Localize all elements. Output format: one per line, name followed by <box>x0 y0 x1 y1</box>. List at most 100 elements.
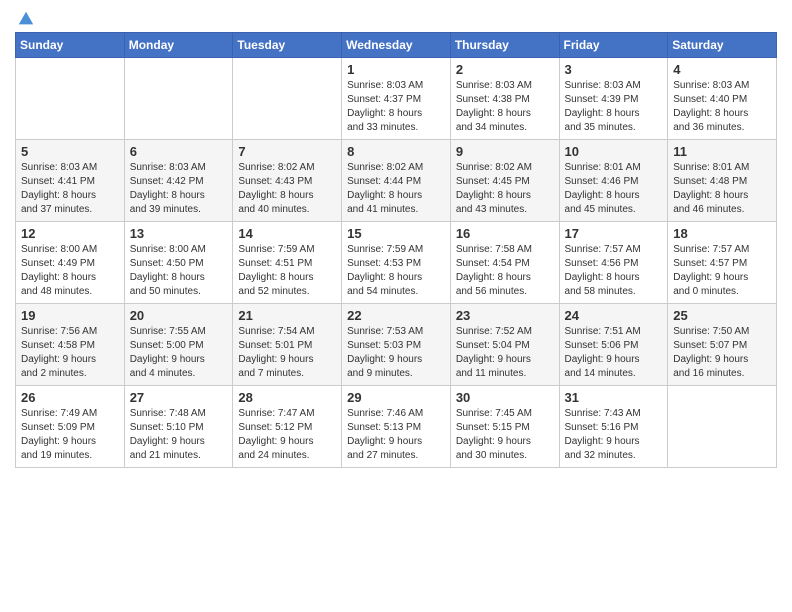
day-info: Sunrise: 7:43 AM Sunset: 5:16 PM Dayligh… <box>565 407 663 463</box>
calendar-cell: 28 Sunrise: 7:47 AM Sunset: 5:12 PM Dayli… <box>233 386 342 468</box>
day-number: 10 <box>565 144 663 159</box>
calendar-cell: 16 Sunrise: 7:58 AM Sunset: 4:54 PM Dayli… <box>450 222 559 304</box>
day-info: Sunrise: 7:58 AM Sunset: 4:54 PM Dayligh… <box>456 243 554 299</box>
day-number: 4 <box>673 62 771 77</box>
calendar-cell: 26 Sunrise: 7:49 AM Sunset: 5:09 PM Dayli… <box>16 386 125 468</box>
day-number: 30 <box>456 390 554 405</box>
day-number: 12 <box>21 226 119 241</box>
day-number: 25 <box>673 308 771 323</box>
day-info: Sunrise: 8:03 AM Sunset: 4:42 PM Dayligh… <box>130 161 228 217</box>
calendar-cell: 4 Sunrise: 8:03 AM Sunset: 4:40 PM Daylig… <box>668 58 777 140</box>
day-info: Sunrise: 8:02 AM Sunset: 4:45 PM Dayligh… <box>456 161 554 217</box>
day-info: Sunrise: 7:59 AM Sunset: 4:53 PM Dayligh… <box>347 243 445 299</box>
day-number: 14 <box>238 226 336 241</box>
day-number: 16 <box>456 226 554 241</box>
logo <box>15 10 35 24</box>
weekday-header-thursday: Thursday <box>450 33 559 58</box>
day-number: 20 <box>130 308 228 323</box>
day-info: Sunrise: 7:50 AM Sunset: 5:07 PM Dayligh… <box>673 325 771 381</box>
calendar-cell: 6 Sunrise: 8:03 AM Sunset: 4:42 PM Daylig… <box>124 140 233 222</box>
calendar-cell <box>16 58 125 140</box>
day-info: Sunrise: 7:47 AM Sunset: 5:12 PM Dayligh… <box>238 407 336 463</box>
calendar-cell <box>124 58 233 140</box>
day-info: Sunrise: 8:03 AM Sunset: 4:41 PM Dayligh… <box>21 161 119 217</box>
day-number: 29 <box>347 390 445 405</box>
calendar-cell: 31 Sunrise: 7:43 AM Sunset: 5:16 PM Dayli… <box>559 386 668 468</box>
calendar-header: SundayMondayTuesdayWednesdayThursdayFrid… <box>16 33 777 58</box>
day-number: 1 <box>347 62 445 77</box>
day-info: Sunrise: 8:01 AM Sunset: 4:46 PM Dayligh… <box>565 161 663 217</box>
weekday-header-friday: Friday <box>559 33 668 58</box>
weekday-header-monday: Monday <box>124 33 233 58</box>
day-number: 23 <box>456 308 554 323</box>
calendar-cell: 11Sunrise: 8:01 AM Sunset: 4:48 PM Dayli… <box>668 140 777 222</box>
day-number: 28 <box>238 390 336 405</box>
day-info: Sunrise: 8:03 AM Sunset: 4:38 PM Dayligh… <box>456 79 554 135</box>
day-number: 22 <box>347 308 445 323</box>
day-info: Sunrise: 7:48 AM Sunset: 5:10 PM Dayligh… <box>130 407 228 463</box>
day-info: Sunrise: 7:57 AM Sunset: 4:57 PM Dayligh… <box>673 243 771 299</box>
calendar-cell: 10 Sunrise: 8:01 AM Sunset: 4:46 PM Dayli… <box>559 140 668 222</box>
day-number: 18 <box>673 226 771 241</box>
day-info: Sunrise: 8:01 AM Sunset: 4:48 PM Dayligh… <box>673 161 771 217</box>
calendar-cell: 23 Sunrise: 7:52 AM Sunset: 5:04 PM Dayli… <box>450 304 559 386</box>
day-info: Sunrise: 7:59 AM Sunset: 4:51 PM Dayligh… <box>238 243 336 299</box>
calendar-cell: 21 Sunrise: 7:54 AM Sunset: 5:01 PM Dayli… <box>233 304 342 386</box>
calendar-cell: 25 Sunrise: 7:50 AM Sunset: 5:07 PM Dayli… <box>668 304 777 386</box>
day-info: Sunrise: 7:52 AM Sunset: 5:04 PM Dayligh… <box>456 325 554 381</box>
day-number: 7 <box>238 144 336 159</box>
calendar-cell: 30 Sunrise: 7:45 AM Sunset: 5:15 PM Dayli… <box>450 386 559 468</box>
calendar-cell: 20 Sunrise: 7:55 AM Sunset: 5:00 PM Dayli… <box>124 304 233 386</box>
calendar-cell: 8Sunrise: 8:02 AM Sunset: 4:44 PM Daylig… <box>342 140 451 222</box>
day-number: 24 <box>565 308 663 323</box>
day-number: 8 <box>347 144 445 159</box>
day-info: Sunrise: 7:51 AM Sunset: 5:06 PM Dayligh… <box>565 325 663 381</box>
week-row-3: 12 Sunrise: 8:00 AM Sunset: 4:49 PM Dayli… <box>16 222 777 304</box>
day-info: Sunrise: 7:45 AM Sunset: 5:15 PM Dayligh… <box>456 407 554 463</box>
day-number: 15 <box>347 226 445 241</box>
day-number: 6 <box>130 144 228 159</box>
day-info: Sunrise: 8:03 AM Sunset: 4:40 PM Dayligh… <box>673 79 771 135</box>
day-number: 3 <box>565 62 663 77</box>
calendar-cell: 22 Sunrise: 7:53 AM Sunset: 5:03 PM Dayli… <box>342 304 451 386</box>
day-info: Sunrise: 7:46 AM Sunset: 5:13 PM Dayligh… <box>347 407 445 463</box>
weekday-header-saturday: Saturday <box>668 33 777 58</box>
day-info: Sunrise: 8:03 AM Sunset: 4:39 PM Dayligh… <box>565 79 663 135</box>
calendar-cell: 19 Sunrise: 7:56 AM Sunset: 4:58 PM Dayli… <box>16 304 125 386</box>
calendar: SundayMondayTuesdayWednesdayThursdayFrid… <box>15 32 777 468</box>
calendar-cell: 3 Sunrise: 8:03 AM Sunset: 4:39 PM Daylig… <box>559 58 668 140</box>
day-info: Sunrise: 7:49 AM Sunset: 5:09 PM Dayligh… <box>21 407 119 463</box>
calendar-cell: 15 Sunrise: 7:59 AM Sunset: 4:53 PM Dayli… <box>342 222 451 304</box>
week-row-5: 26 Sunrise: 7:49 AM Sunset: 5:09 PM Dayli… <box>16 386 777 468</box>
day-number: 31 <box>565 390 663 405</box>
day-number: 5 <box>21 144 119 159</box>
weekday-header-sunday: Sunday <box>16 33 125 58</box>
day-number: 9 <box>456 144 554 159</box>
weekday-row: SundayMondayTuesdayWednesdayThursdayFrid… <box>16 33 777 58</box>
day-info: Sunrise: 8:00 AM Sunset: 4:50 PM Dayligh… <box>130 243 228 299</box>
day-info: Sunrise: 7:55 AM Sunset: 5:00 PM Dayligh… <box>130 325 228 381</box>
calendar-cell: 2 Sunrise: 8:03 AM Sunset: 4:38 PM Daylig… <box>450 58 559 140</box>
week-row-2: 5 Sunrise: 8:03 AM Sunset: 4:41 PM Daylig… <box>16 140 777 222</box>
calendar-cell: 7 Sunrise: 8:02 AM Sunset: 4:43 PM Daylig… <box>233 140 342 222</box>
calendar-cell: 27 Sunrise: 7:48 AM Sunset: 5:10 PM Dayli… <box>124 386 233 468</box>
calendar-cell <box>233 58 342 140</box>
day-number: 2 <box>456 62 554 77</box>
calendar-cell: 17Sunrise: 7:57 AM Sunset: 4:56 PM Dayli… <box>559 222 668 304</box>
day-info: Sunrise: 7:56 AM Sunset: 4:58 PM Dayligh… <box>21 325 119 381</box>
header <box>15 10 777 24</box>
logo-icon <box>17 10 35 28</box>
calendar-cell: 1Sunrise: 8:03 AM Sunset: 4:37 PM Daylig… <box>342 58 451 140</box>
day-info: Sunrise: 7:53 AM Sunset: 5:03 PM Dayligh… <box>347 325 445 381</box>
calendar-cell: 29 Sunrise: 7:46 AM Sunset: 5:13 PM Dayli… <box>342 386 451 468</box>
calendar-cell: 5 Sunrise: 8:03 AM Sunset: 4:41 PM Daylig… <box>16 140 125 222</box>
day-number: 27 <box>130 390 228 405</box>
day-number: 21 <box>238 308 336 323</box>
day-info: Sunrise: 8:00 AM Sunset: 4:49 PM Dayligh… <box>21 243 119 299</box>
day-info: Sunrise: 8:02 AM Sunset: 4:43 PM Dayligh… <box>238 161 336 217</box>
calendar-cell <box>668 386 777 468</box>
day-info: Sunrise: 7:54 AM Sunset: 5:01 PM Dayligh… <box>238 325 336 381</box>
day-number: 19 <box>21 308 119 323</box>
calendar-cell: 13Sunrise: 8:00 AM Sunset: 4:50 PM Dayli… <box>124 222 233 304</box>
day-number: 26 <box>21 390 119 405</box>
